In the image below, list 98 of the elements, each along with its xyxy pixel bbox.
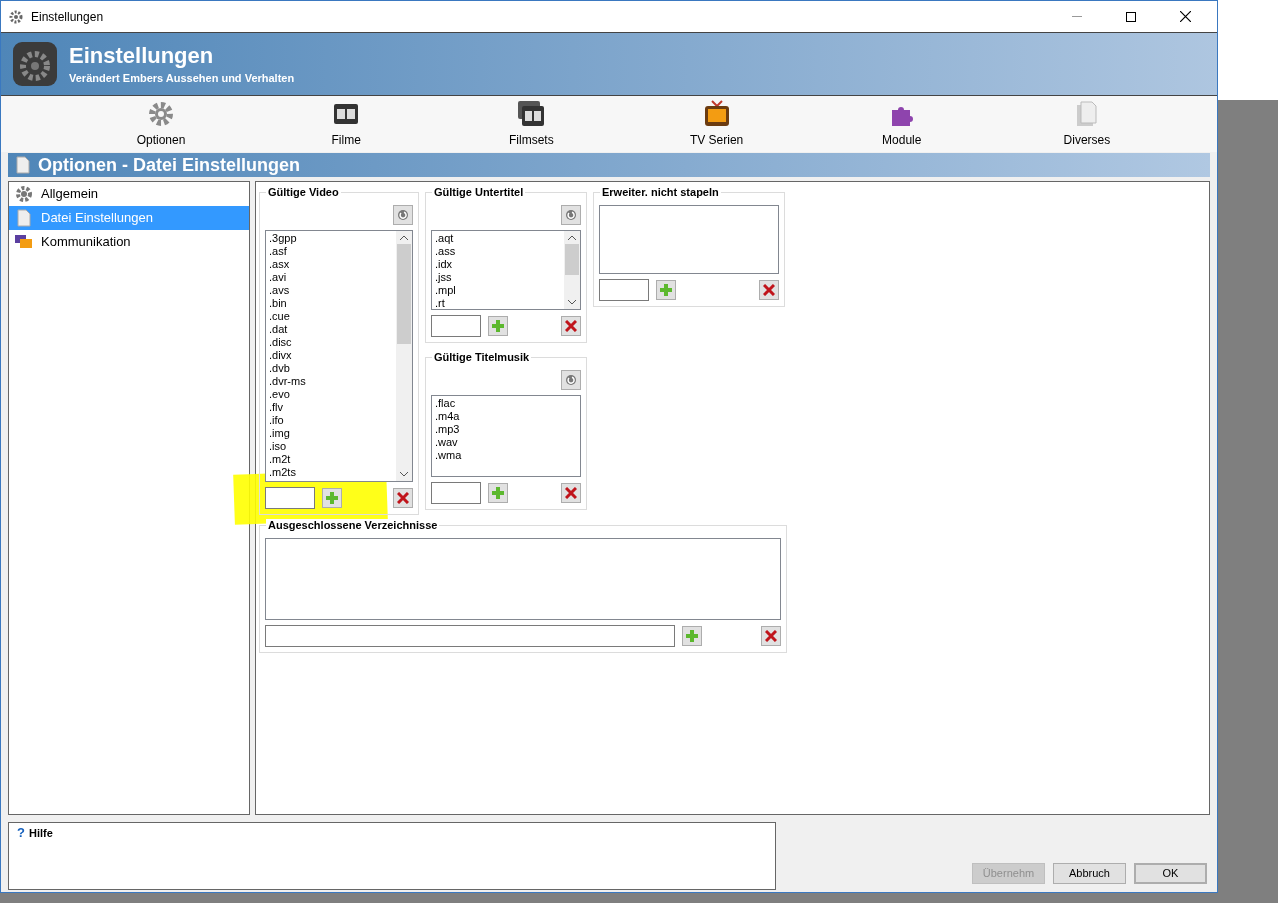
list-item[interactable]: .divx [269, 349, 396, 362]
gear-icon [9, 9, 23, 24]
list-item[interactable]: .ass [435, 245, 564, 258]
header-title: Einstellungen [69, 41, 215, 70]
reset-button[interactable] [561, 370, 581, 390]
gear-icon [147, 99, 175, 128]
header-subtitle: Verändert Embers Aussehen und Verhalten [69, 70, 295, 86]
list-item[interactable]: .cue [269, 310, 396, 323]
list-item[interactable]: .flac [435, 397, 580, 410]
list-item[interactable]: .m2ts [269, 466, 396, 479]
list-item[interactable]: .iso [269, 440, 396, 453]
toolbar-tab[interactable]: Module [841, 99, 962, 149]
list-item[interactable]: .img [269, 427, 396, 440]
window-title: Einstellungen [31, 8, 104, 26]
list-box[interactable]: .3gpp .asf .asx .avi .avs .bin .cue .dat .disc .divx .dvb .dvr-ms .evo .flv .ifo .img .iso .m2t .m2ts [265, 230, 413, 482]
speech-bubbles-icon [15, 233, 33, 251]
list-item[interactable]: .flv [269, 401, 396, 414]
toolbar-tab[interactable]: Diverses [1026, 99, 1147, 149]
chevron-up-icon [400, 235, 408, 240]
list-item[interactable]: .dvb [269, 362, 396, 375]
plus-icon [660, 284, 672, 296]
undo-icon [397, 209, 409, 221]
toolbar-tab[interactable]: Filme [286, 99, 407, 149]
list-item[interactable]: .disc [269, 336, 396, 349]
sidebar-item[interactable]: Allgemein [9, 182, 249, 206]
page-icon [16, 156, 30, 174]
delete-icon [397, 492, 409, 504]
plus-icon [326, 492, 338, 504]
list-box[interactable] [599, 205, 779, 274]
list-item[interactable]: .bin [269, 297, 396, 310]
delete-icon [565, 320, 577, 332]
tv-icon [702, 99, 731, 128]
chevron-down-icon [400, 472, 408, 477]
list-item[interactable]: .wma [435, 449, 580, 462]
section-title: Optionen - Datei Einstellungen [38, 153, 300, 177]
close-icon[interactable] [1180, 11, 1191, 22]
list-item[interactable]: .ifo [269, 414, 396, 427]
list-box[interactable]: .aqt .ass .idx .jss .mpl .rt [431, 230, 581, 310]
help-icon: ? [17, 823, 25, 843]
list-box[interactable]: .flac .m4a .mp3 .wav .wma [431, 395, 581, 477]
help-title: Hilfe [28, 825, 53, 841]
toolbar-tab[interactable]: TV Serien [656, 99, 777, 149]
group-title: Erweiter. nicht stapeln [600, 186, 721, 199]
list-item[interactable]: .dat [269, 323, 396, 336]
delete-icon [565, 487, 577, 499]
list-item[interactable]: .idx [435, 258, 564, 271]
list-item[interactable]: .3gpp [269, 232, 396, 245]
group-title: Gültige Titelmusik [432, 351, 532, 364]
list-item[interactable]: .asx [269, 258, 396, 271]
group-title: Ausgeschlossene Verzeichnisse [266, 519, 440, 532]
remove-button[interactable] [393, 488, 413, 508]
input-field[interactable] [431, 482, 481, 504]
reset-button[interactable] [393, 205, 413, 225]
list-item[interactable]: .wav [435, 436, 580, 449]
toolbar-tab[interactable]: Filmsets [471, 99, 592, 149]
list-box[interactable] [265, 538, 781, 620]
list-item[interactable]: .evo [269, 388, 396, 401]
page-icon [15, 209, 33, 227]
delete-icon [765, 630, 777, 642]
gear-icon [15, 185, 33, 203]
input-field[interactable] [599, 279, 649, 301]
list-item[interactable]: .m4a [435, 410, 580, 423]
plus-icon [492, 320, 504, 332]
input-field[interactable] [431, 315, 481, 337]
list-item[interactable]: .mpl [435, 284, 564, 297]
list-item[interactable]: .jss [435, 271, 564, 284]
plus-icon [492, 487, 504, 499]
remove-button[interactable] [761, 626, 781, 646]
list-item[interactable]: .dvr-ms [269, 375, 396, 388]
group-title: Gültige Video [266, 186, 341, 199]
gear-icon [13, 42, 57, 86]
remove-button[interactable] [561, 316, 581, 336]
input-field[interactable] [265, 487, 315, 509]
plus-icon [686, 630, 698, 642]
list-item[interactable]: .m2t [269, 453, 396, 466]
undo-icon [565, 374, 577, 386]
chevron-up-icon [568, 235, 576, 240]
list-item[interactable]: .mp3 [435, 423, 580, 436]
films-icon [517, 99, 546, 128]
sidebar-item[interactable]: Kommunikation [9, 230, 249, 254]
list-item[interactable]: .rt [435, 297, 564, 309]
undo-icon [565, 209, 577, 221]
input-field[interactable] [265, 625, 675, 647]
remove-button[interactable] [759, 280, 779, 300]
scrollbar[interactable] [396, 231, 412, 481]
dialog-button[interactable]: Abbruch [1053, 863, 1126, 884]
reset-button[interactable] [561, 205, 581, 225]
list-item[interactable]: .avi [269, 271, 396, 284]
delete-icon [763, 284, 775, 296]
scrollbar[interactable] [564, 231, 580, 309]
list-item[interactable]: .asf [269, 245, 396, 258]
list-item[interactable]: .avs [269, 284, 396, 297]
remove-button[interactable] [561, 483, 581, 503]
group-title: Gültige Untertitel [432, 186, 526, 199]
list-item[interactable]: .aqt [435, 232, 564, 245]
dialog-button[interactable]: OK [1134, 863, 1207, 884]
chevron-down-icon [568, 300, 576, 305]
toolbar-tab[interactable]: Optionen [101, 99, 221, 149]
